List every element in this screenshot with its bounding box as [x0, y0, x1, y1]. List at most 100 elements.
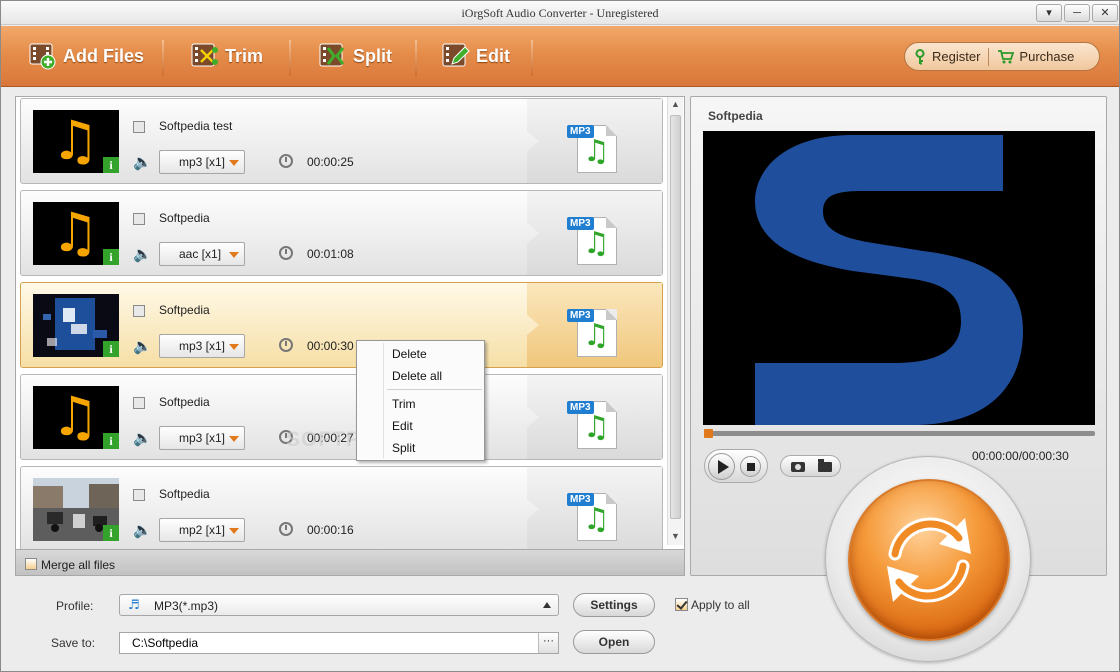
file-name: Softpedia [159, 211, 210, 225]
chevron-down-icon [229, 252, 239, 258]
snapshot-controls [780, 455, 841, 477]
info-icon[interactable]: i [103, 525, 119, 541]
edit-film-icon [442, 42, 470, 70]
clock-icon [279, 338, 293, 352]
add-files-label: Add Files [63, 45, 145, 66]
apply-to-all-label[interactable]: Apply to all [691, 598, 750, 612]
preview-timecode: 00:00:00/00:00:30 [972, 449, 1069, 463]
scroll-up-icon[interactable]: ▲ [671, 99, 680, 109]
edit-button[interactable]: Edit [442, 26, 510, 86]
folder-icon[interactable] [818, 459, 832, 472]
file-row[interactable]: ♫ i Softpedia test 🔈 mp3 [x1] 00:00:25 M… [20, 98, 663, 184]
file-thumbnail: i [33, 294, 119, 357]
preview-title: Softpedia [708, 109, 763, 123]
file-name: Softpedia [159, 395, 210, 409]
split-label: Split [353, 45, 392, 66]
register-button[interactable]: Register [905, 48, 988, 65]
music-file-icon: ♬ [128, 598, 140, 613]
speaker-icon[interactable]: 🔈 [133, 245, 152, 263]
film-icon [133, 397, 145, 409]
speaker-icon[interactable]: 🔈 [133, 429, 152, 447]
menu-item-edit[interactable]: Edit [392, 419, 413, 433]
audio-track-select[interactable]: aac [x1] [159, 242, 245, 266]
trim-button[interactable]: Trim [191, 26, 263, 86]
minimize-button[interactable]: ─ [1064, 4, 1090, 22]
audio-track-value: mp3 [x1] [179, 431, 226, 445]
menu-item-delete-all[interactable]: Delete all [392, 369, 442, 383]
open-button[interactable]: Open [573, 630, 655, 654]
split-film-icon [319, 42, 345, 70]
playback-controls [704, 449, 768, 483]
camera-icon[interactable] [791, 462, 805, 472]
preview-progress-bar[interactable] [704, 429, 1095, 438]
file-thumbnail: i [33, 478, 119, 541]
progress-knob[interactable] [704, 429, 713, 438]
audio-track-select[interactable]: mp3 [x1] [159, 150, 245, 174]
file-duration: 00:00:30 [307, 339, 354, 353]
speaker-icon[interactable]: 🔈 [133, 521, 152, 539]
window-title: iOrgSoft Audio Converter - Unregistered [461, 6, 659, 20]
film-icon [133, 489, 145, 501]
info-icon[interactable]: i [103, 157, 119, 173]
purchase-button[interactable]: Purchase [989, 49, 1082, 64]
scroll-down-icon[interactable]: ▼ [671, 531, 680, 541]
chevron-down-icon [229, 436, 239, 442]
menu-item-delete[interactable]: Delete [392, 347, 427, 361]
merge-checkbox[interactable] [25, 558, 37, 570]
menu-item-trim[interactable]: Trim [392, 397, 416, 411]
output-format-area[interactable]: MP3 ♫ [527, 191, 662, 275]
scrollbar-thumb[interactable] [670, 115, 681, 519]
audio-track-value: mp3 [x1] [179, 339, 226, 353]
file-duration: 00:01:08 [307, 247, 354, 261]
film-icon [133, 121, 145, 133]
split-button[interactable]: Split [319, 26, 392, 86]
clock-icon [279, 246, 293, 260]
profile-select[interactable]: ♬ MP3(*.mp3) [119, 594, 559, 616]
play-button[interactable] [708, 453, 735, 480]
add-files-button[interactable]: Add Files [29, 26, 144, 86]
output-format-area[interactable]: MP3 ♫ [527, 283, 662, 367]
output-format-area[interactable]: MP3 ♫ [527, 467, 662, 551]
file-thumbnail: ♫ i [33, 386, 119, 449]
file-list-scrollbar[interactable]: ▲ ▼ [667, 97, 683, 545]
stop-button[interactable] [740, 456, 761, 477]
info-icon[interactable]: i [103, 341, 119, 357]
clock-icon [279, 522, 293, 536]
chevron-up-icon [543, 602, 551, 608]
file-thumbnail: ♫ i [33, 110, 119, 173]
softpedia-logo-image [703, 131, 1095, 425]
file-row-selected[interactable]: i Softpedia 🔈 mp3 [x1] 00:00:30 MP3 ♫ [20, 282, 663, 368]
file-row[interactable]: ♫ i Softpedia 🔈 aac [x1] 00:01:08 MP3 ♫ [20, 190, 663, 276]
info-icon[interactable]: i [103, 249, 119, 265]
file-name: Softpedia [159, 487, 210, 501]
menu-dropdown-button[interactable]: ▾ [1036, 4, 1062, 22]
title-bar: iOrgSoft Audio Converter - Unregistered … [1, 1, 1119, 25]
audio-track-select[interactable]: mp3 [x1] [159, 334, 245, 358]
file-row[interactable]: i Softpedia 🔈 mp2 [x1] 00:00:16 MP3 ♫ [20, 466, 663, 552]
convert-button[interactable] [848, 479, 1010, 641]
close-button[interactable]: ✕ [1092, 4, 1118, 22]
audio-track-select[interactable]: mp3 [x1] [159, 426, 245, 450]
apply-to-all-checkbox[interactable] [675, 598, 688, 611]
convert-button-ring [825, 456, 1031, 662]
audio-track-value: mp3 [x1] [179, 155, 226, 169]
music-note-icon: ♫ [583, 226, 610, 261]
speaker-icon[interactable]: 🔈 [133, 337, 152, 355]
output-format-area[interactable]: MP3 ♫ [527, 375, 662, 459]
chevron-down-icon [229, 344, 239, 350]
browse-button[interactable]: ··· [538, 633, 558, 653]
save-path-input[interactable] [120, 633, 538, 653]
music-note-icon: ♫ [51, 110, 100, 172]
file-name: Softpedia [159, 303, 210, 317]
save-to-label: Save to: [51, 636, 96, 650]
menu-separator [387, 389, 482, 390]
music-note-icon: ♫ [583, 410, 610, 445]
output-format-area[interactable]: MP3 ♫ [527, 99, 662, 183]
menu-item-split[interactable]: Split [392, 441, 415, 455]
info-icon[interactable]: i [103, 433, 119, 449]
settings-button[interactable]: Settings [573, 593, 655, 617]
audio-track-select[interactable]: mp2 [x1] [159, 518, 245, 542]
speaker-icon[interactable]: 🔈 [133, 153, 152, 171]
merge-label[interactable]: Merge all files [41, 558, 115, 572]
clock-icon [279, 154, 293, 168]
